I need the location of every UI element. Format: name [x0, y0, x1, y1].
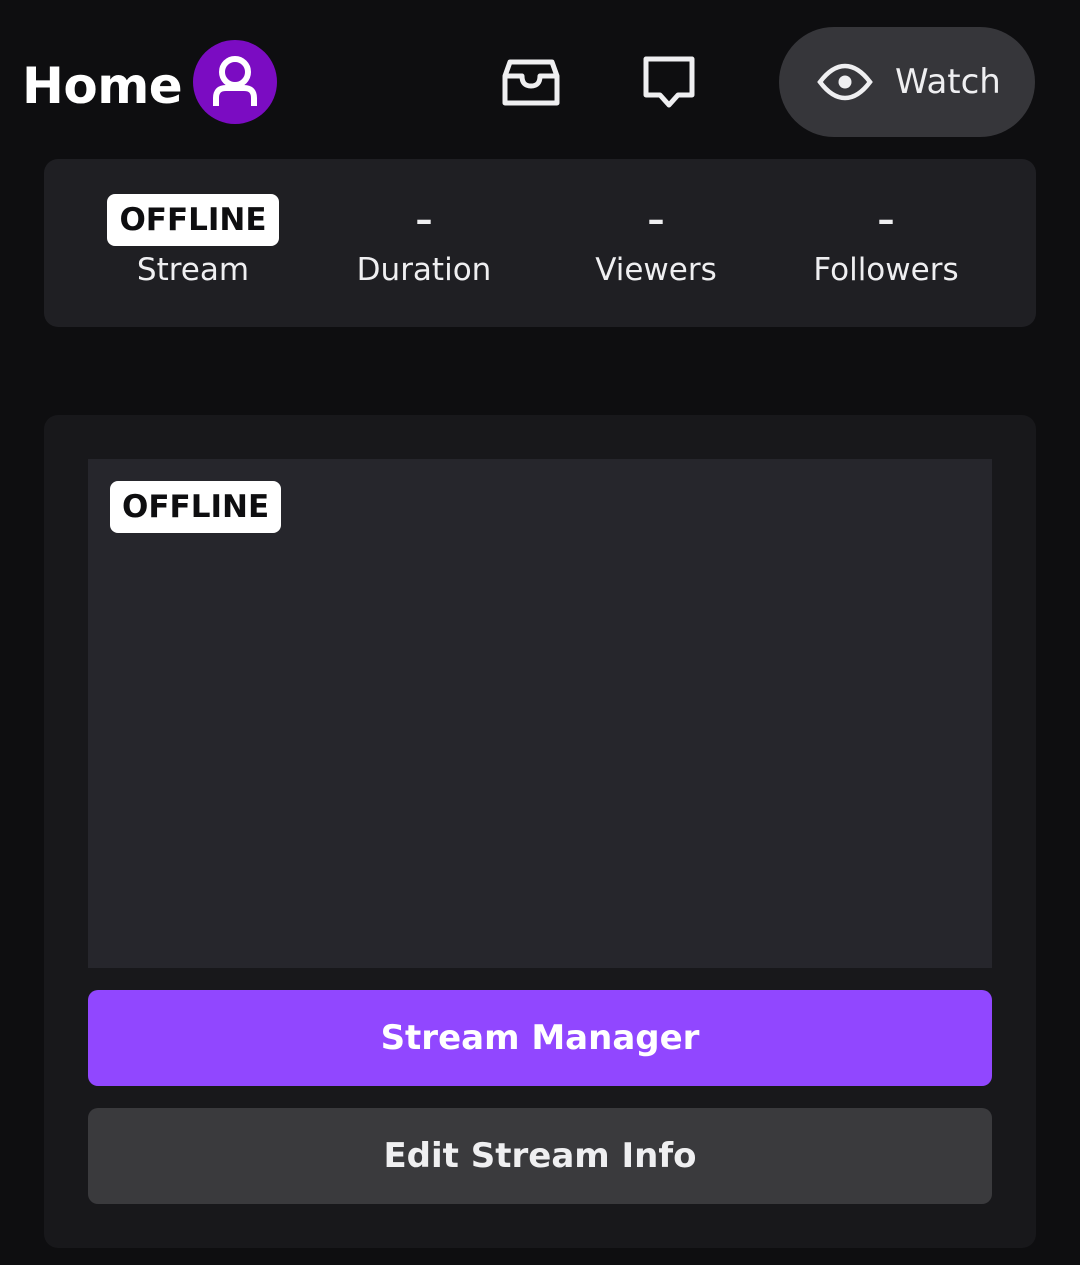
stat-followers: – Followers — [794, 159, 978, 327]
user-icon — [213, 56, 257, 106]
avatar[interactable] — [193, 40, 277, 124]
inbox-button[interactable] — [499, 50, 563, 114]
stream-preview[interactable]: OFFLINE — [88, 459, 992, 968]
stat-label-followers: Followers — [813, 252, 959, 288]
stat-value-duration: – — [415, 200, 433, 240]
stat-label-stream: Stream — [136, 252, 250, 288]
inbox-icon — [502, 59, 560, 106]
stat-value-viewers: – — [647, 200, 665, 240]
stat-label-duration: Duration — [356, 252, 492, 288]
eye-icon — [817, 63, 873, 101]
whispers-button[interactable] — [637, 50, 701, 114]
stat-value-followers: – — [877, 200, 895, 240]
stat-label-viewers: Viewers — [595, 252, 717, 288]
stream-manager-button[interactable]: Stream Manager — [88, 990, 992, 1086]
stream-status-badge: OFFLINE — [107, 194, 279, 246]
edit-stream-info-button[interactable]: Edit Stream Info — [88, 1108, 992, 1204]
stat-duration: – Duration — [334, 159, 514, 327]
stat-viewers: – Viewers — [574, 159, 738, 327]
page-title: Home — [22, 57, 183, 115]
stream-preview-card: OFFLINE Stream Manager Edit Stream Info — [44, 415, 1036, 1248]
chat-bubble-icon — [643, 56, 695, 108]
header: Home Watch — [0, 0, 1080, 160]
stream-stats-card: OFFLINE Stream – Duration – Viewers – Fo… — [44, 159, 1036, 327]
stat-stream: OFFLINE Stream — [107, 159, 279, 327]
watch-button[interactable]: Watch — [779, 27, 1035, 137]
preview-status-badge: OFFLINE — [110, 481, 282, 533]
watch-label: Watch — [895, 62, 1001, 102]
